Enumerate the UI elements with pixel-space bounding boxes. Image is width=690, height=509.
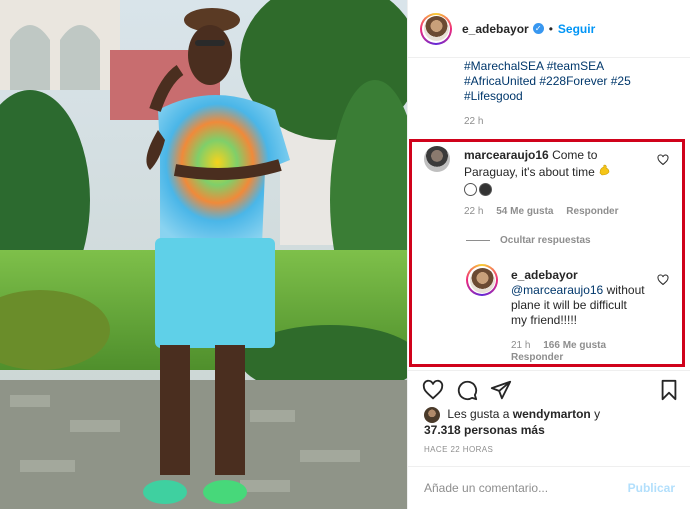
black-circle-icon — [479, 183, 492, 196]
reply-likes[interactable]: 166 Me gusta — [543, 340, 606, 351]
comment-body: marcearaujo16 Come to Paraguay, it's abo… — [464, 148, 664, 196]
add-comment-bar: Publicar — [408, 466, 690, 509]
share-paper-plane-icon[interactable] — [490, 379, 512, 401]
comment-item: marcearaujo16 Come to Paraguay, it's abo… — [408, 144, 690, 244]
reply-text-line3: my friend!!!!! — [511, 313, 578, 327]
post-timestamp[interactable]: HACE 22 HORAS — [424, 445, 493, 454]
comment-input[interactable] — [424, 481, 624, 495]
reply-author-avatar[interactable] — [466, 264, 498, 296]
hide-replies-label: Ocultar respuestas — [500, 235, 591, 246]
post-actions-bar — [408, 370, 690, 406]
reply-item: e_adebayor @marcearaujo16 without plane … — [408, 264, 690, 369]
comment-username[interactable]: marcearaujo16 — [464, 148, 549, 162]
verified-badge-icon: ✓ — [532, 23, 544, 34]
reply-meta: 21 h 166 Me gusta Responder — [511, 340, 616, 364]
caption-line[interactable]: #AfricaUnited #228Forever #25 — [464, 74, 679, 89]
comment-text-line2: Paraguay, it's about time — [464, 165, 595, 179]
post-side-panel: e_adebayor ✓ • Seguir #MarechalSEA #team… — [407, 0, 690, 509]
liker-avatar[interactable] — [424, 407, 440, 423]
hide-replies-toggle[interactable]: Ocultar respuestas — [466, 235, 591, 246]
likes-count[interactable]: 37.318 personas más — [424, 423, 545, 437]
follow-button[interactable]: Seguir — [558, 22, 595, 36]
likes-summary: Les gusta a wendymarton y 37.318 persona… — [424, 407, 600, 438]
publish-button[interactable]: Publicar — [628, 481, 675, 495]
like-heart-icon[interactable] — [422, 379, 444, 401]
comment-time[interactable]: 22 h — [464, 206, 483, 217]
save-bookmark-icon[interactable] — [658, 379, 680, 401]
comment-likes[interactable]: 54 Me gusta — [496, 206, 553, 217]
reply-username[interactable]: e_adebayor — [511, 268, 578, 282]
likes-suffix: y — [594, 407, 601, 422]
reply-body: e_adebayor @marcearaujo16 without plane … — [511, 268, 661, 328]
post-photo[interactable] — [0, 0, 407, 509]
reply-time[interactable]: 21 h — [511, 340, 530, 351]
post-header: e_adebayor ✓ • Seguir — [408, 0, 690, 58]
flexed-biceps-icon — [598, 164, 611, 179]
reply-text-line1: without — [606, 283, 645, 297]
caption-line[interactable]: #MarechalSEA #teamSEA — [464, 59, 679, 74]
reply-like-heart-icon[interactable] — [657, 274, 669, 286]
comment-text-line1: Come to — [552, 148, 598, 162]
caption-line[interactable]: #Lifesgood — [464, 89, 679, 104]
caption-time[interactable]: 22 h — [464, 116, 483, 127]
comment-like-heart-icon[interactable] — [657, 154, 669, 166]
photo-scene — [0, 0, 407, 509]
header-separator: • — [548, 21, 553, 36]
hide-replies-line — [466, 240, 490, 241]
likes-prefix: Les gusta a — [447, 407, 510, 422]
comment-reply-button[interactable]: Responder — [566, 206, 618, 217]
comment-bubble-icon[interactable] — [456, 379, 478, 401]
comment-meta: 22 h 54 Me gusta Responder — [464, 206, 629, 217]
liker-username[interactable]: wendymarton — [513, 407, 591, 421]
circle-emojis — [464, 183, 492, 196]
author-username[interactable]: e_adebayor — [462, 22, 529, 36]
reply-mention[interactable]: @marcearaujo16 — [511, 283, 603, 297]
reply-reply-button[interactable]: Responder — [511, 352, 563, 363]
white-circle-icon — [464, 183, 477, 196]
reply-text-line2: plane it will be difficult — [511, 298, 627, 312]
commenter-avatar[interactable] — [424, 146, 450, 172]
comments-scroll-area[interactable]: #MarechalSEA #teamSEA #AfricaUnited #228… — [408, 59, 690, 369]
post-caption: #MarechalSEA #teamSEA #AfricaUnited #228… — [464, 59, 679, 104]
author-avatar[interactable] — [420, 12, 452, 45]
